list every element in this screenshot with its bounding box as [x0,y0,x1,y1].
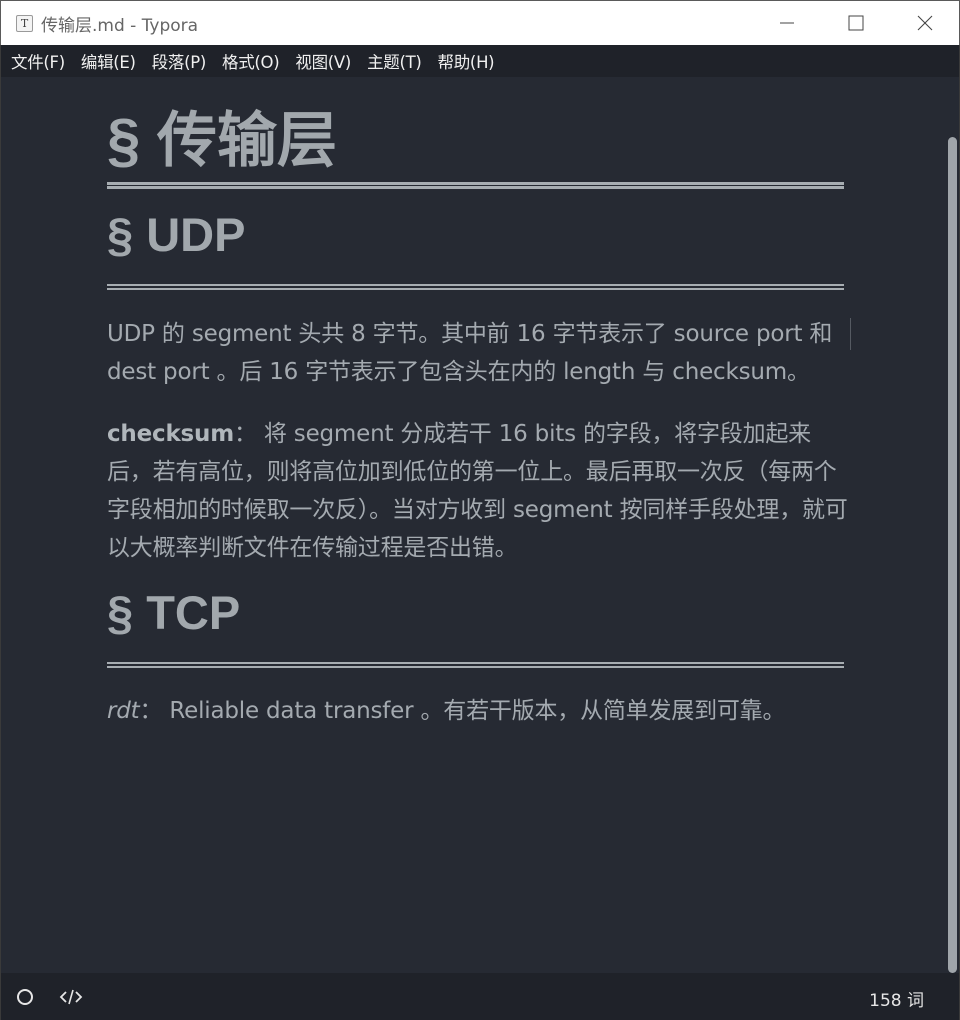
heading-1-underline [107,182,844,189]
outline-toggle-button[interactable] [15,987,35,1007]
maximize-button[interactable] [821,1,890,45]
heading-1[interactable]: § 传输层 [107,92,337,179]
minimize-icon [779,22,794,24]
scrollbar-thumb[interactable] [948,137,957,973]
editor-area[interactable]: § 传输层 § UDP UDP 的 segment 头共 8 字节。其中前 16… [0,77,960,973]
source-code-mode-button[interactable] [59,987,83,1007]
checksum-term: checksum [107,421,234,447]
heading-tcp-underline [107,662,844,668]
menu-bar: 文件(F) 编辑(E) 段落(P) 格式(O) 视图(V) 主题(T) 帮助(H… [0,45,960,77]
menu-view[interactable]: 视图(V) [287,49,359,73]
checksum-paragraph[interactable]: checksum： 将 segment 分成若干 16 bits 的字段，将字段… [107,415,852,567]
heading-udp[interactable]: § UDP [107,207,245,262]
window-controls [752,1,959,45]
circle-outline-icon [17,989,33,1005]
menu-help[interactable]: 帮助(H) [430,49,503,73]
code-icon [59,989,83,1005]
heading-tcp[interactable]: § TCP [107,585,240,640]
menu-format[interactable]: 格式(O) [214,49,287,73]
menu-theme[interactable]: 主题(T) [359,49,429,73]
menu-file[interactable]: 文件(F) [3,49,73,73]
rdt-paragraph[interactable]: rdt： Reliable data transfer 。有若干版本，从简单发展… [107,692,852,730]
menu-edit[interactable]: 编辑(E) [73,49,144,73]
rdt-description: ： Reliable data transfer 。有若干版本，从简单发展到可靠… [139,698,786,724]
typora-app-icon: T [16,14,33,32]
rdt-term: rdt [107,698,140,724]
close-button[interactable] [890,1,959,45]
word-count[interactable]: 158 词 [869,986,924,1011]
maximize-icon [848,15,863,31]
title-bar[interactable]: T 传输层.md - Typora [0,0,960,45]
window-title: 传输层.md - Typora [41,15,199,36]
minimize-button[interactable] [752,1,821,45]
heading-udp-underline [107,284,844,290]
status-bar: 158 词 [0,973,960,1020]
text-cursor [850,318,851,350]
menu-paragraph[interactable]: 段落(P) [144,49,214,73]
close-icon [917,15,932,31]
udp-paragraph[interactable]: UDP 的 segment 头共 8 字节。其中前 16 字节表示了 sourc… [107,315,852,391]
